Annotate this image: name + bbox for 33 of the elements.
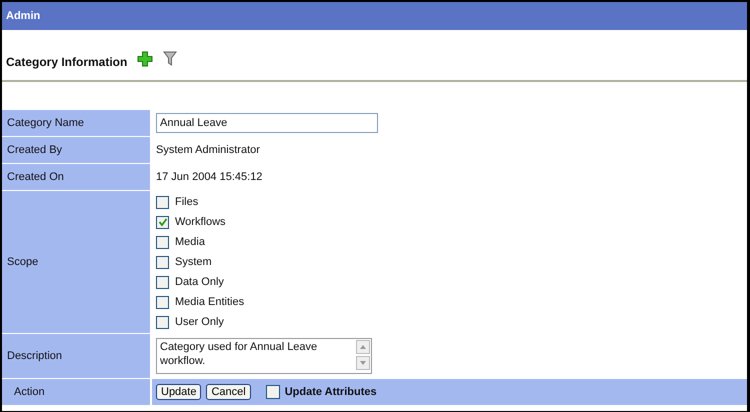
checkbox[interactable] <box>156 316 169 328</box>
field-label: Created By <box>2 137 152 163</box>
action-button[interactable]: Cancel <box>206 384 251 400</box>
scrollbar-icon[interactable] <box>356 340 370 370</box>
description-field[interactable]: Category used for Annual Leave workflow. <box>156 338 372 374</box>
add-icon[interactable] <box>137 51 154 67</box>
checkbox-label: System <box>175 256 212 268</box>
checkbox[interactable] <box>156 196 169 208</box>
field-value: System Administrator <box>156 144 260 156</box>
checkbox-label: Media <box>175 236 205 248</box>
checkbox[interactable] <box>156 216 169 228</box>
field-value: 17 Jun 2004 15:45:12 <box>156 171 262 183</box>
filter-icon[interactable] <box>163 51 178 67</box>
section-title: Category Information <box>6 55 128 69</box>
header-title: Admin <box>6 10 40 22</box>
checkbox-label: Update Attributes <box>284 386 377 398</box>
checkbox-label: User Only <box>175 316 224 328</box>
field-label: Description <box>2 334 152 378</box>
action-button[interactable]: Update <box>156 384 202 400</box>
field-label: Action <box>2 379 152 405</box>
checkbox[interactable] <box>156 296 169 308</box>
checkbox[interactable] <box>156 276 169 288</box>
checkbox-label: Data Only <box>175 276 224 288</box>
checkbox-label: Media Entities <box>175 296 244 308</box>
field-label: Created On <box>2 164 152 190</box>
checkbox[interactable] <box>266 385 280 399</box>
checkbox-label: Files <box>175 196 198 208</box>
checkbox[interactable] <box>156 236 169 248</box>
checkbox[interactable] <box>156 256 169 268</box>
field-label: Category Name <box>2 110 152 136</box>
field-label: Scope <box>2 191 152 333</box>
checkbox-label: Workflows <box>175 216 226 228</box>
category-name-field[interactable]: Annual Leave <box>156 113 378 133</box>
